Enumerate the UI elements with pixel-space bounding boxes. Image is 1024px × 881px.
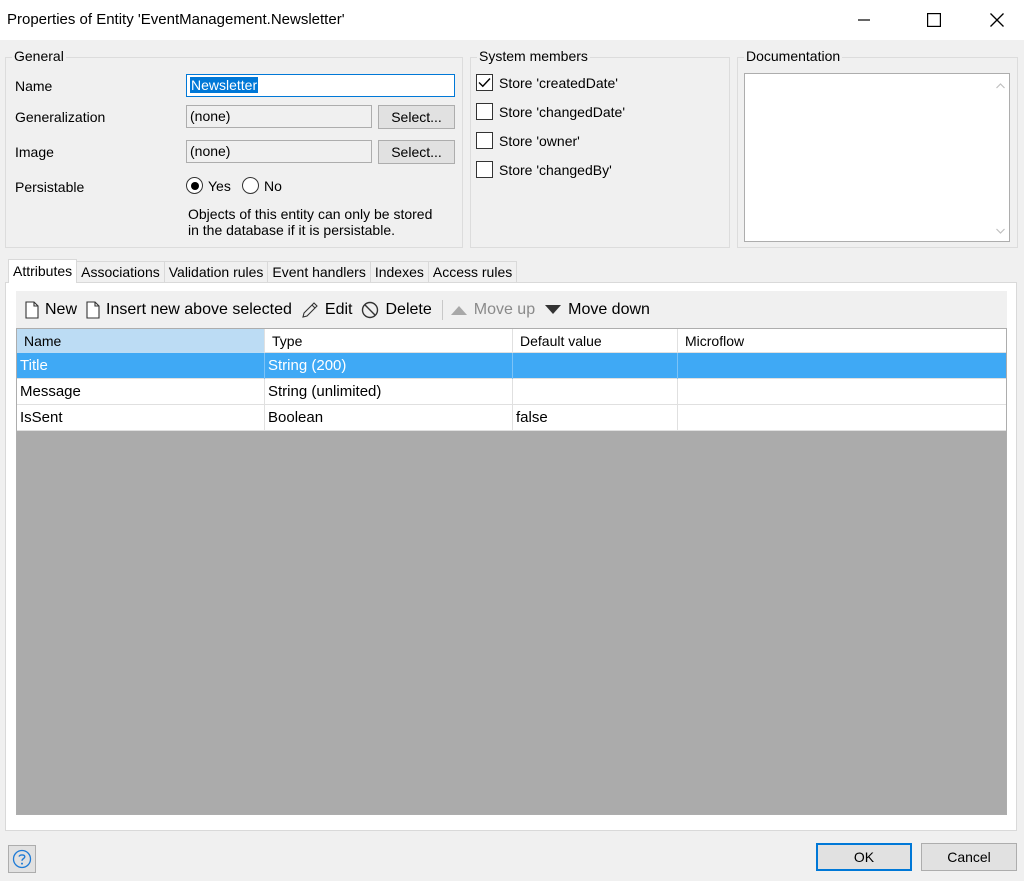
column-header-default-value[interactable]: Default value bbox=[513, 329, 678, 353]
store-owner-checkbox[interactable]: Store 'owner' bbox=[476, 132, 580, 149]
system-members-label: System members bbox=[477, 48, 590, 64]
delete-button[interactable]: Delete bbox=[361, 300, 432, 319]
attributes-grid[interactable]: Name Type Default value Microflow Title … bbox=[16, 328, 1007, 815]
pencil-icon bbox=[302, 301, 318, 318]
minimize-icon bbox=[858, 19, 870, 21]
column-header-name[interactable]: Name bbox=[17, 329, 265, 353]
ok-button[interactable]: OK bbox=[816, 843, 912, 871]
move-up-button[interactable]: Move up bbox=[450, 301, 535, 319]
radio-selected-icon bbox=[186, 177, 203, 194]
move-down-button[interactable]: Move down bbox=[544, 301, 650, 319]
generalization-label: Generalization bbox=[15, 109, 106, 125]
window-title: Properties of Entity 'EventManagement.Ne… bbox=[7, 11, 345, 28]
tab-indexes[interactable]: Indexes bbox=[369, 261, 429, 283]
store-changed-date-checkbox[interactable]: Store 'changedDate' bbox=[476, 103, 625, 120]
delete-icon bbox=[362, 301, 379, 318]
tab-access-rules[interactable]: Access rules bbox=[427, 261, 518, 283]
cell-default-value: false bbox=[513, 405, 678, 431]
tab-strip: Attributes Associations Validation rules… bbox=[8, 259, 518, 283]
image-select-button[interactable]: Select... bbox=[378, 140, 455, 164]
documentation-scrollbar[interactable] bbox=[992, 74, 1009, 241]
store-changed-date-label: Store 'changedDate' bbox=[499, 103, 625, 120]
close-icon bbox=[990, 13, 1004, 27]
persistable-yes-radio[interactable]: Yes bbox=[186, 177, 231, 194]
documentation-label: Documentation bbox=[744, 48, 843, 64]
checkbox-checked-icon bbox=[476, 74, 493, 91]
tab-attributes[interactable]: Attributes bbox=[8, 259, 78, 283]
tab-associations[interactable]: Associations bbox=[76, 261, 165, 283]
note-line-1: Objects of this entity can only be store… bbox=[188, 206, 433, 222]
cell-name: Message bbox=[17, 379, 265, 405]
checkbox-unchecked-icon bbox=[476, 103, 493, 120]
documentation-textarea[interactable] bbox=[744, 73, 1010, 242]
help-icon bbox=[12, 849, 32, 869]
persistable-no-radio[interactable]: No bbox=[242, 177, 282, 194]
insert-new-above-button[interactable]: Insert new above selected bbox=[86, 301, 292, 319]
cancel-button[interactable]: Cancel bbox=[921, 843, 1017, 871]
image-label: Image bbox=[15, 144, 54, 160]
maximize-icon bbox=[927, 13, 941, 27]
toolbar-separator bbox=[441, 299, 443, 320]
persistable-note: Objects of this entity can only be store… bbox=[188, 206, 432, 238]
table-row[interactable]: Title String (200) bbox=[17, 353, 1006, 379]
cell-microflow bbox=[678, 405, 1006, 431]
checkbox-unchecked-icon bbox=[476, 132, 493, 149]
delete-label: Delete bbox=[385, 300, 432, 318]
cell-microflow bbox=[678, 353, 1006, 379]
note-line-2: in the database if it is persistable. bbox=[188, 222, 396, 238]
name-label: Name bbox=[15, 78, 53, 94]
move-up-icon bbox=[450, 305, 467, 315]
cell-type: String (200) bbox=[265, 353, 513, 379]
radio-unselected-icon bbox=[242, 177, 259, 194]
cell-type: Boolean bbox=[265, 405, 513, 431]
help-button[interactable] bbox=[8, 845, 36, 873]
insert-document-icon bbox=[86, 300, 100, 319]
checkbox-unchecked-icon bbox=[476, 161, 493, 178]
name-input[interactable]: Newsletter bbox=[186, 74, 455, 97]
cell-default-value bbox=[513, 379, 678, 405]
move-down-label: Move down bbox=[568, 300, 650, 318]
tab-event-handlers[interactable]: Event handlers bbox=[267, 261, 371, 283]
image-field: (none) bbox=[186, 140, 372, 163]
minimize-button[interactable] bbox=[841, 0, 887, 40]
yes-label: Yes bbox=[208, 177, 231, 194]
cell-microflow bbox=[678, 379, 1006, 405]
store-created-date-checkbox[interactable]: Store 'createdDate' bbox=[476, 74, 618, 91]
table-row[interactable]: Message String (unlimited) bbox=[17, 379, 1006, 405]
close-button[interactable] bbox=[974, 0, 1020, 40]
store-changed-by-checkbox[interactable]: Store 'changedBy' bbox=[476, 161, 612, 178]
column-header-microflow[interactable]: Microflow bbox=[678, 329, 1006, 353]
no-label: No bbox=[264, 177, 282, 194]
cell-name: Title bbox=[17, 353, 265, 379]
grid-header: Name Type Default value Microflow bbox=[17, 329, 1006, 353]
store-owner-label: Store 'owner' bbox=[499, 132, 580, 149]
column-header-type[interactable]: Type bbox=[265, 329, 513, 353]
store-created-date-label: Store 'createdDate' bbox=[499, 74, 618, 91]
maximize-button[interactable] bbox=[911, 0, 957, 40]
title-bar: Properties of Entity 'EventManagement.Ne… bbox=[0, 0, 1024, 40]
move-up-label: Move up bbox=[473, 300, 536, 318]
move-down-icon bbox=[545, 304, 562, 314]
generalization-field: (none) bbox=[186, 105, 372, 128]
insert-label: Insert new above selected bbox=[106, 300, 292, 318]
attributes-toolbar: New Insert new above selected Edit Delet… bbox=[16, 291, 1007, 328]
cell-default-value bbox=[513, 353, 678, 379]
new-label: New bbox=[45, 300, 78, 318]
edit-label: Edit bbox=[324, 300, 353, 318]
new-document-icon bbox=[25, 300, 39, 319]
cell-name: IsSent bbox=[17, 405, 265, 431]
generalization-select-button[interactable]: Select... bbox=[378, 105, 455, 129]
cell-type: String (unlimited) bbox=[265, 379, 513, 405]
new-button[interactable]: New bbox=[25, 301, 77, 319]
general-group-label: General bbox=[12, 48, 66, 64]
persistable-label: Persistable bbox=[15, 179, 85, 195]
edit-button[interactable]: Edit bbox=[301, 300, 353, 319]
name-value: Newsletter bbox=[190, 77, 259, 93]
table-row[interactable]: IsSent Boolean false bbox=[17, 405, 1006, 431]
store-changed-by-label: Store 'changedBy' bbox=[499, 161, 612, 178]
tab-validation-rules[interactable]: Validation rules bbox=[163, 261, 269, 283]
